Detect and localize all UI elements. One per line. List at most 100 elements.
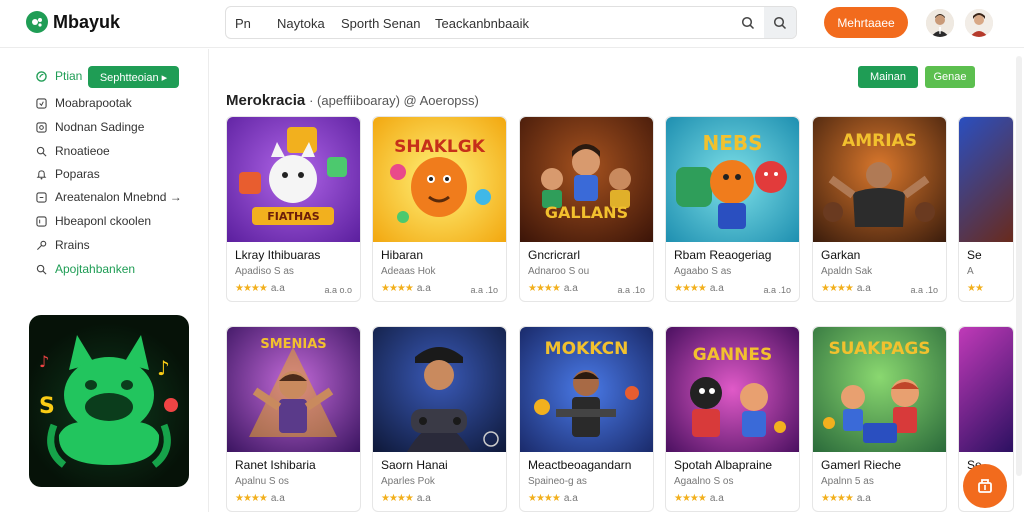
game-card[interactable]: SHAKLGK Hibaran Adeaas Hok ★★★★ a.a a.a .…	[372, 116, 507, 302]
game-title: Garkan	[821, 248, 861, 262]
game-art	[373, 327, 506, 452]
header-cta-button[interactable]: Mehrtaaee	[824, 7, 908, 38]
rating-stars: ★★★★ a.a	[235, 283, 285, 294]
game-art-text: SMENIAS	[260, 337, 327, 352]
logo[interactable]: Mbayuk	[26, 11, 120, 33]
sidebar-item-label: Rrains	[55, 238, 90, 252]
sidebar-item-5[interactable]: Poparas	[36, 167, 100, 181]
game-meta: a.a .1o	[910, 285, 938, 295]
section-header: Merokracia · (apeffiiboaray) @ Aoeropss)	[226, 92, 479, 109]
sidebar-pill-button[interactable]: Sephtteoian ▸	[88, 66, 179, 88]
sidebar-item-2[interactable]: Moabrapootak	[36, 96, 132, 110]
sidebar-item-3[interactable]: Nodnan Sadinge	[36, 120, 144, 134]
game-card[interactable]: FIATHAS Lkray Ithibuaras Apadiso S as ★★…	[226, 116, 361, 302]
key-icon	[36, 240, 47, 250]
sidebar-item-8[interactable]: Rrains	[36, 238, 90, 252]
secondary-filter-button[interactable]: Genae	[925, 66, 975, 88]
game-title: Ranet Ishibaria	[235, 458, 316, 472]
game-subtitle: Spaineo-g as	[528, 476, 587, 487]
sidebar-item-label: Nodnan Sadinge	[55, 120, 145, 134]
game-subtitle: Adnaroo S ou	[528, 266, 590, 277]
game-card[interactable]: AMRIAS Garkan Apaldn Sak ★★★★ a.a a.a .1o	[812, 116, 947, 302]
game-subtitle: Agaabo S as	[674, 266, 732, 277]
game-title: Lkray Ithibuaras	[235, 248, 321, 262]
logo-icon	[26, 11, 48, 33]
search-button[interactable]	[732, 7, 764, 38]
leaf-icon	[36, 70, 47, 82]
rating-stars: ★★★★ a.a	[821, 493, 871, 504]
game-subtitle: A	[967, 266, 974, 277]
sidebar-item-label: Hbeaponl ckoolen	[55, 214, 152, 228]
app-header: Mbayuk Pn Naytoka Sporth Senan Teackanbn…	[0, 0, 1024, 48]
secondary-avatar[interactable]	[965, 9, 993, 37]
section-subtitle: · (apeffiiboaray) @ Aoeropss)	[309, 93, 479, 108]
primary-filter-button[interactable]: Mainan	[858, 66, 918, 88]
search-icon	[36, 146, 47, 156]
game-title: Gamerl Rieche	[821, 458, 902, 472]
sidebar-item-label: Ptian	[55, 69, 83, 83]
game-card[interactable]: SUAKPAGS Gamerl Rieche Apalnn 5 as ★★★★ a…	[812, 326, 947, 512]
sidebar-item-6[interactable]: Areatenalon Mnebnd →	[36, 190, 182, 204]
logo-text: Mbayuk	[53, 11, 121, 32]
sidebar: Ptian Sephtteoian ▸ Moabrapootak Nodnan …	[0, 49, 209, 512]
game-card[interactable]: GALLANS Gncricrarl Adnaroo S ou ★★★★ a.a …	[519, 116, 654, 302]
game-title: Saorn Hanai	[381, 458, 448, 472]
cart-fab-button[interactable]	[963, 464, 1007, 508]
game-art	[959, 327, 1013, 452]
game-card[interactable]: SMENIAS Ranet Ishibaria Apalnu S os ★★★★…	[226, 326, 361, 512]
sidebar-item-label: Rnoatieoe	[55, 144, 110, 158]
promo-banner[interactable]: S ♪ ♪	[29, 315, 189, 487]
game-subtitle: Apalnu S os	[235, 476, 289, 487]
game-card-partial[interactable]: Se A ★★	[958, 116, 1014, 302]
game-meta: a.a .1o	[470, 285, 498, 295]
sidebar-item-label: Areatenalon Mnebnd →	[55, 190, 182, 204]
search-icon	[773, 16, 787, 29]
game-meta: a.a .1o	[617, 285, 645, 295]
game-art: MOKKCN	[520, 327, 653, 452]
game-art	[959, 117, 1013, 242]
game-art: SHAKLGK	[373, 117, 506, 242]
game-title: Hibaran	[381, 248, 424, 262]
sidebar-item-7[interactable]: Hbeaponl ckoolen	[36, 214, 151, 228]
game-art-text: GALLANS	[544, 203, 629, 222]
nav-item-4[interactable]: Teackanbnbaaik	[435, 16, 529, 31]
scrollbar[interactable]	[1016, 56, 1022, 476]
user-avatar[interactable]	[926, 9, 954, 37]
game-art: SUAKPAGS	[813, 327, 946, 452]
search-icon	[741, 16, 755, 29]
game-card[interactable]: GANNES Spotah Albapraine Agaalno S os ★★…	[665, 326, 800, 512]
game-art: GANNES	[666, 327, 799, 452]
svg-text:S: S	[39, 394, 55, 419]
game-art: NEBS	[666, 117, 799, 242]
section-title: Merokracia	[226, 92, 306, 109]
sidebar-item-label: Apojtahbanken	[55, 262, 136, 276]
mascot-illustration: S ♪ ♪	[39, 335, 178, 468]
rating-stars: ★★★★ a.a	[674, 493, 724, 504]
game-art-text: SUAKPAGS	[828, 339, 931, 359]
bell-icon	[36, 169, 47, 180]
sidebar-item-9[interactable]: Apojtahbanken	[36, 262, 135, 276]
game-art: GALLANS	[520, 117, 653, 242]
nav-item-1[interactable]: Pn	[235, 16, 251, 31]
game-card[interactable]: Saorn Hanai Aparles Pok ★★★★ a.a	[372, 326, 507, 512]
nav-item-2[interactable]: Naytoka	[277, 16, 325, 31]
game-art-text: GANNES	[692, 345, 773, 365]
sidebar-item-1[interactable]: Ptian	[36, 69, 82, 83]
rating-stars: ★★★★ a.a	[528, 283, 578, 294]
game-art: SMENIAS	[227, 327, 360, 452]
game-art-text: SHAKLGK	[394, 137, 485, 157]
sidebar-item-4[interactable]: Rnoatieoe	[36, 144, 110, 158]
rating-stars: ★★★★ a.a	[381, 283, 431, 294]
game-card[interactable]: NEBS Rbam Reaogeriag Agaabo S as ★★★★ a.a…	[665, 116, 800, 302]
rating-stars: ★★★★ a.a	[528, 493, 578, 504]
game-card[interactable]: MOKKCN Meactbeoagandarn Spaineo-g as ★★★…	[519, 326, 654, 512]
box-icon	[36, 97, 47, 109]
game-art: FIATHAS	[227, 117, 360, 242]
game-subtitle: Agaalno S os	[674, 476, 734, 487]
search-submit-button[interactable]	[764, 7, 796, 38]
top-nav-bar: Pn Naytoka Sporth Senan Teackanbnbaaik	[225, 6, 797, 39]
search-icon	[36, 264, 47, 274]
game-title: Se	[967, 248, 982, 262]
game-subtitle: Apalnn 5 as	[821, 476, 874, 487]
nav-item-3[interactable]: Sporth Senan	[341, 16, 421, 31]
